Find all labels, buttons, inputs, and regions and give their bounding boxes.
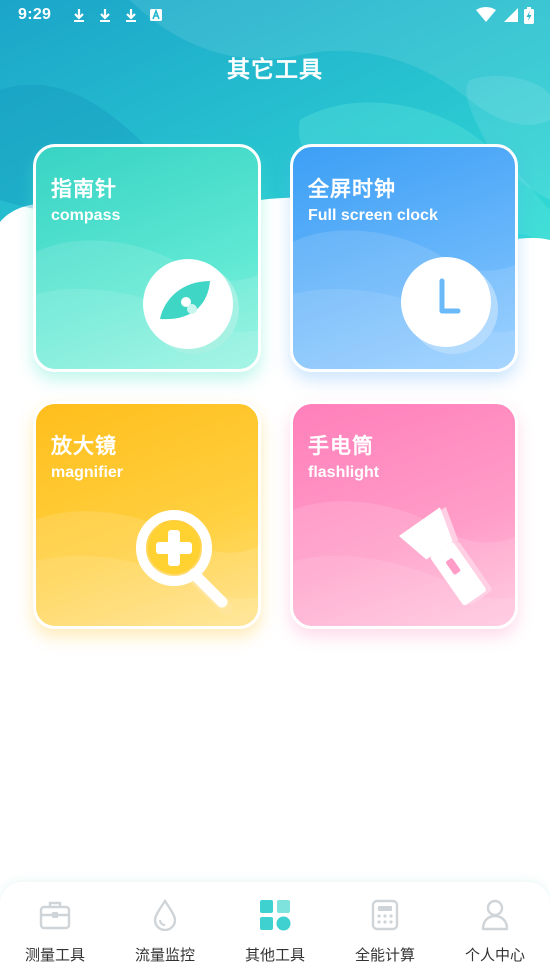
download-icon	[74, 9, 85, 22]
card-title: 指南针	[51, 178, 117, 201]
download-icon	[100, 9, 111, 22]
grid-tiles-icon	[258, 898, 292, 932]
battery-charging-icon	[524, 6, 534, 24]
tab-label: 全能计算	[354, 947, 415, 964]
bottom-tab-bar: 测量工具 流量监控 其他工具 全能计算 个人中心	[0, 882, 550, 979]
clock-icon	[401, 257, 498, 354]
card-subtitle: flashlight	[308, 464, 380, 481]
tool-card-clock[interactable]: 全屏时钟 Full screen clock	[290, 144, 518, 372]
card-title: 全屏时钟	[308, 178, 396, 201]
droplet-icon	[148, 898, 182, 932]
tab-other-tools[interactable]: 其他工具	[220, 882, 330, 979]
status-time: 9:29	[18, 6, 52, 23]
card-title: 放大镜	[51, 435, 117, 458]
tab-label: 个人中心	[464, 947, 525, 964]
tab-label: 测量工具	[24, 947, 85, 964]
download-icon	[126, 9, 137, 22]
wifi-icon	[476, 7, 496, 22]
card-subtitle: Full screen clock	[308, 207, 438, 224]
status-bar: 9:29	[0, 0, 550, 30]
card-title: 手电筒	[308, 435, 374, 458]
system-icons	[476, 6, 534, 24]
tab-personal-center[interactable]: 个人中心	[440, 882, 550, 979]
flashlight-icon	[398, 506, 492, 606]
tab-calculator[interactable]: 全能计算	[330, 882, 440, 979]
tool-card-magnifier[interactable]: 放大镜 magnifier	[33, 401, 261, 629]
card-subtitle: compass	[51, 207, 121, 224]
magnifier-icon	[136, 510, 233, 615]
tool-card-flashlight[interactable]: 手电筒 flashlight	[290, 401, 518, 629]
toolbox-icon	[38, 898, 72, 932]
a-badge-icon	[150, 8, 163, 21]
tab-measure-tools[interactable]: 测量工具	[0, 882, 110, 979]
compass-icon	[143, 259, 239, 354]
tab-traffic-monitor[interactable]: 流量监控	[110, 882, 220, 979]
tool-card-compass[interactable]: 指南针 compass	[33, 144, 261, 372]
tab-label: 其他工具	[244, 947, 305, 964]
notification-icons	[71, 7, 163, 23]
signal-icon	[504, 8, 518, 22]
calculator-icon	[368, 898, 402, 932]
tab-label: 流量监控	[134, 947, 195, 964]
card-subtitle: magnifier	[51, 464, 124, 481]
person-icon	[478, 898, 512, 932]
page-title: 其它工具	[227, 56, 323, 82]
